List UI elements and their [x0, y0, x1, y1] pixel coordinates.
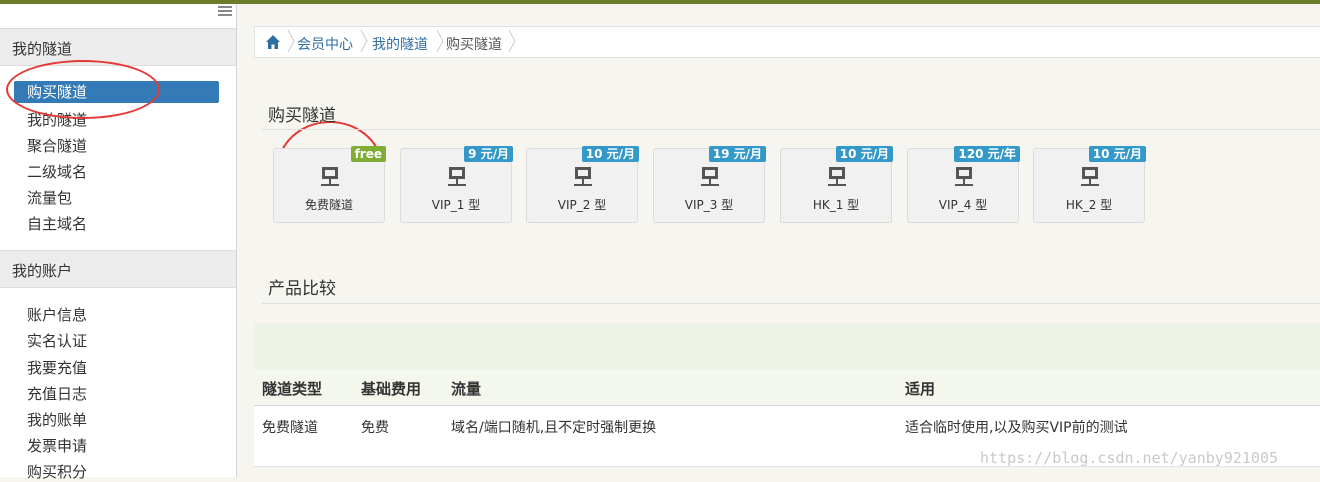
- breadcrumb-member-center[interactable]: 会员中心: [297, 34, 353, 54]
- tunnel-option-label: 免费隧道: [304, 198, 353, 212]
- sidebar-item-recharge[interactable]: 我要充值: [27, 358, 87, 378]
- table-header-cell: 基础费用: [361, 380, 422, 398]
- sidebar-section-title: 我的账户: [12, 262, 73, 280]
- divider: [262, 303, 1320, 304]
- tunnel-option-hk2[interactable]: 10 元/月 HK_2 型: [1033, 146, 1146, 223]
- tunnel-option-free[interactable]: free 免费隧道: [273, 146, 386, 223]
- breadcrumb-separator: [287, 30, 295, 52]
- sidebar-item-buy-points[interactable]: 购买积分: [27, 462, 87, 482]
- home-icon[interactable]: [265, 34, 281, 50]
- table-cell: 适合临时使用,以及购买VIP前的测试: [905, 420, 1128, 436]
- server-icon: [701, 167, 719, 186]
- watermark: https://blog.csdn.net/yanby921005: [980, 449, 1279, 467]
- tunnel-option-vip2[interactable]: 10 元/月 VIP_2 型: [526, 146, 639, 223]
- price-badge: free: [350, 146, 386, 162]
- breadcrumb-separator: [436, 30, 444, 52]
- tunnel-option-label: VIP_2 型: [557, 198, 607, 212]
- sidebar-item-buy-tunnel[interactable]: 购买隧道: [14, 81, 219, 103]
- server-icon: [828, 167, 846, 186]
- table-caption-band: [254, 323, 1320, 369]
- tunnel-option-vip1[interactable]: 9 元/月 VIP_1 型: [400, 146, 513, 223]
- table-header-cell: 适用: [905, 380, 936, 398]
- sidebar-item-account-info[interactable]: 账户信息: [27, 305, 87, 325]
- sidebar-item-subdomain[interactable]: 二级域名: [27, 162, 87, 182]
- sidebar-section-account[interactable]: 我的账户: [0, 250, 236, 288]
- sidebar-item-my-bills[interactable]: 我的账单: [27, 410, 87, 430]
- server-icon: [321, 167, 339, 186]
- tunnel-option-hk1[interactable]: 10 元/月 HK_1 型: [780, 146, 893, 223]
- sidebar-section-tunnels[interactable]: 我的隧道: [0, 28, 236, 66]
- tunnel-option-label: VIP_1 型: [431, 198, 481, 212]
- price-badge: 10 元/月: [581, 146, 639, 162]
- price-badge: 19 元/月: [708, 146, 766, 162]
- price-badge: 120 元/年: [954, 146, 1020, 162]
- tunnel-option-vip4[interactable]: 120 元/年 VIP_4 型: [907, 146, 1020, 223]
- table-header-cell: 隧道类型: [262, 380, 323, 398]
- sidebar-item-real-name[interactable]: 实名认证: [27, 331, 87, 351]
- price-badge: 10 元/月: [1088, 146, 1146, 162]
- sidebar: 我的隧道 购买隧道 我的隧道 聚合隧道 二级域名 流量包 自主域名 我的账户 账…: [0, 4, 237, 481]
- table-header-cell: 流量: [451, 380, 482, 398]
- breadcrumb-buy-tunnel: 购买隧道: [446, 37, 502, 53]
- tunnel-option-label: VIP_3 型: [684, 198, 734, 212]
- price-badge: 10 元/月: [835, 146, 893, 162]
- sidebar-item-aggregate-tunnels[interactable]: 聚合隧道: [27, 136, 87, 156]
- compare-title: 产品比较: [268, 279, 336, 299]
- sidebar-item-invoice[interactable]: 发票申请: [27, 436, 87, 456]
- breadcrumb-my-tunnels[interactable]: 我的隧道: [372, 34, 428, 54]
- sidebar-item-my-tunnels[interactable]: 我的隧道: [27, 110, 87, 130]
- breadcrumb-separator: [508, 30, 516, 52]
- tunnel-option-label: HK_2 型: [1065, 198, 1113, 212]
- purchase-title: 购买隧道: [268, 106, 336, 126]
- tunnel-option-vip3[interactable]: 19 元/月 VIP_3 型: [653, 146, 766, 223]
- server-icon: [1081, 167, 1099, 186]
- table-header-row: 隧道类型 基础费用 流量 适用: [254, 369, 1320, 406]
- breadcrumb-separator: [360, 30, 368, 52]
- sidebar-item-custom-domain[interactable]: 自主域名: [27, 214, 87, 234]
- sidebar-section-title: 我的隧道: [12, 40, 73, 58]
- sidebar-item-traffic-pack[interactable]: 流量包: [27, 188, 72, 208]
- sidebar-item-recharge-log[interactable]: 充值日志: [27, 384, 87, 404]
- price-badge: 9 元/月: [464, 146, 513, 162]
- server-icon: [448, 167, 466, 186]
- server-icon: [574, 167, 592, 186]
- breadcrumb: 会员中心 我的隧道 购买隧道: [254, 26, 1320, 58]
- table-cell: 免费: [361, 420, 389, 436]
- server-icon: [955, 167, 973, 186]
- tunnel-option-label: HK_1 型: [812, 198, 860, 212]
- table-cell: 域名/端口随机,且不定时强制更换: [451, 420, 657, 436]
- menu-collapse-icon[interactable]: [218, 6, 232, 18]
- divider: [262, 129, 1320, 130]
- table-cell: 免费隧道: [262, 420, 318, 436]
- tunnel-option-label: VIP_4 型: [938, 198, 988, 212]
